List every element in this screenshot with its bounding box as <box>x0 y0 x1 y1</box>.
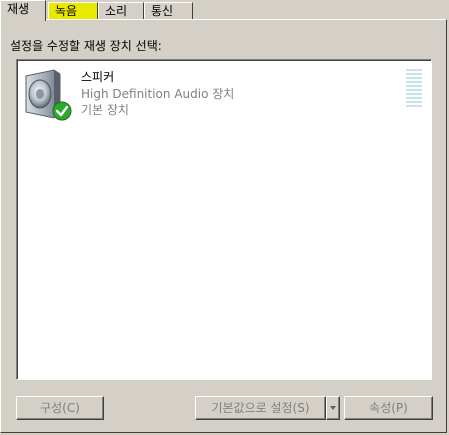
set-default-dropdown-button[interactable] <box>326 396 340 420</box>
tab-bar: 재생 녹음 소리 통신 <box>0 0 449 21</box>
tab-sounds[interactable]: 소리 <box>98 2 144 20</box>
meter-bar <box>406 85 422 87</box>
check-badge-icon <box>52 101 72 121</box>
meter-bar <box>406 81 422 83</box>
meter-bar <box>406 93 422 95</box>
meter-bar <box>406 69 422 71</box>
meter-bar <box>406 77 422 79</box>
playback-device-list[interactable]: 스피커 High Definition Audio 장치 기본 장치 <box>16 59 432 380</box>
device-description: High Definition Audio 장치 <box>81 87 235 101</box>
device-status: 기본 장치 <box>81 103 129 117</box>
volume-level-meter <box>406 69 422 111</box>
tab-communications[interactable]: 통신 <box>144 2 193 20</box>
meter-bar <box>406 73 422 75</box>
chevron-down-icon <box>330 406 336 410</box>
list-item[interactable]: 스피커 High Definition Audio 장치 기본 장치 <box>17 60 429 130</box>
properties-button[interactable]: 속성(P) <box>344 396 433 420</box>
configure-button[interactable]: 구성(C) <box>16 396 104 420</box>
instruction-label: 설정을 수정할 재생 장치 선택: <box>10 39 162 53</box>
set-default-button[interactable]: 기본값으로 설정(S) <box>195 396 326 420</box>
device-name: 스피커 <box>81 70 115 84</box>
meter-bar <box>406 105 422 107</box>
tab-recording[interactable]: 녹음 <box>48 2 98 20</box>
tab-playback[interactable]: 재생 <box>0 0 46 21</box>
meter-bar <box>406 89 422 91</box>
meter-bar <box>406 97 422 99</box>
meter-bar <box>406 101 422 103</box>
